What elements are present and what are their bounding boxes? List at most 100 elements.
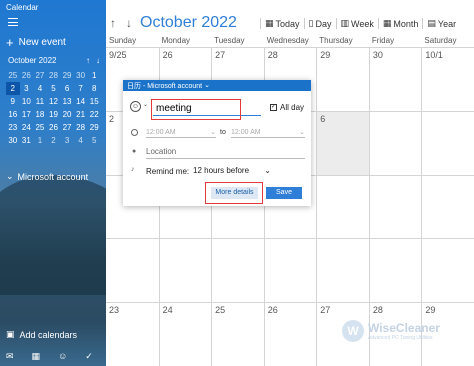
mini-day[interactable]: 16 — [6, 108, 20, 121]
calendar-icon[interactable]: ▦ — [32, 351, 41, 362]
todo-icon[interactable]: ✓ — [85, 351, 93, 362]
mini-day[interactable]: 26 — [20, 69, 34, 82]
mini-day[interactable]: 18 — [33, 108, 47, 121]
mini-day-today[interactable]: 2 — [6, 82, 20, 95]
day-cell[interactable] — [368, 239, 422, 303]
mini-next-arrow-icon[interactable]: ↓ — [96, 56, 100, 65]
mini-day[interactable]: 1 — [87, 69, 101, 82]
remind-label: Remind me: — [146, 167, 190, 176]
popup-calendar-selector[interactable]: 日历 - Microsoft account ⌄ — [123, 80, 311, 91]
week-label: Week — [351, 18, 374, 29]
mini-day[interactable]: 26 — [47, 121, 61, 134]
day-cell[interactable]: 26 — [263, 303, 317, 366]
mini-day[interactable]: 13 — [60, 95, 74, 108]
mini-day[interactable]: 3 — [20, 82, 34, 95]
mini-day[interactable]: 24 — [20, 121, 34, 134]
mini-day[interactable]: 8 — [87, 82, 101, 95]
day-cell[interactable] — [421, 239, 474, 303]
checkbox-checked-icon[interactable]: ✓ — [270, 104, 277, 111]
weekday-label: Tuesday — [214, 36, 245, 45]
all-day-toggle[interactable]: ✓ All day — [270, 103, 304, 112]
day-cell[interactable] — [316, 239, 369, 303]
day-cell[interactable] — [106, 239, 159, 302]
mini-day[interactable]: 20 — [60, 108, 74, 121]
end-time-field[interactable]: 12:00 AM ⌄ — [231, 127, 305, 138]
popup-calendar-label: 日历 - Microsoft account — [127, 83, 203, 90]
day-cell[interactable]: 29 — [316, 48, 369, 111]
mini-day[interactable]: 29 — [87, 121, 101, 134]
mini-day[interactable]: 25 — [6, 69, 20, 82]
mini-day[interactable]: 3 — [60, 134, 74, 147]
people-icon[interactable]: ☺ — [58, 351, 67, 362]
mini-day[interactable]: 11 — [33, 95, 47, 108]
mail-icon[interactable]: ✉ — [6, 351, 14, 362]
add-calendars-button[interactable]: ▣ Add calendars — [6, 329, 77, 340]
weekday-label: Saturday — [424, 36, 457, 45]
day-cell[interactable]: 23 — [106, 303, 159, 366]
weekday-label: Monday — [161, 36, 191, 45]
day-cell[interactable]: 30 — [368, 48, 422, 111]
mini-day[interactable]: 9 — [6, 95, 20, 108]
save-button[interactable]: Save — [266, 187, 302, 199]
day-cell-selected[interactable]: 6 — [316, 111, 369, 175]
mini-day[interactable]: 28 — [74, 121, 88, 134]
mini-day[interactable]: 15 — [87, 95, 101, 108]
reminder-select[interactable]: 12 hours before ⌄ — [193, 166, 271, 175]
day-cell[interactable]: 24 — [158, 303, 212, 366]
next-arrow-icon[interactable]: ↓ — [126, 16, 132, 30]
start-time-value: 12:00 AM — [146, 128, 176, 136]
mini-day[interactable]: 25 — [33, 121, 47, 134]
week-view-button[interactable]: ▥ Week — [335, 18, 378, 29]
mini-day[interactable]: 28 — [47, 69, 61, 82]
mini-day[interactable]: 7 — [74, 82, 88, 95]
today-button[interactable]: ▦ Today — [260, 18, 304, 29]
day-cell[interactable] — [316, 175, 369, 239]
highlight-title-box — [151, 99, 241, 120]
watermark: W WiseCleaner Advanced PC Tuning Utiliti… — [342, 320, 440, 342]
weekday-label: Sunday — [109, 36, 137, 45]
mini-prev-arrow-icon[interactable]: ↑ — [86, 56, 90, 65]
day-cell[interactable] — [368, 111, 422, 175]
mini-day[interactable]: 19 — [47, 108, 61, 121]
day-cell[interactable] — [158, 239, 212, 303]
day-cell[interactable] — [421, 111, 474, 175]
day-cell[interactable] — [421, 175, 474, 239]
mini-day[interactable]: 4 — [74, 134, 88, 147]
day-cell[interactable] — [211, 239, 264, 303]
hamburger-menu-icon[interactable] — [8, 18, 18, 26]
previous-arrow-icon[interactable]: ↑ — [110, 16, 116, 30]
mini-day[interactable]: 23 — [6, 121, 20, 134]
mini-day[interactable]: 4 — [33, 82, 47, 95]
day-cell[interactable]: 25 — [211, 303, 264, 366]
mini-day[interactable]: 21 — [74, 108, 88, 121]
mini-day[interactable]: 5 — [47, 82, 61, 95]
day-view-button[interactable]: ▯ Day — [303, 18, 336, 29]
mini-day[interactable]: 5 — [87, 134, 101, 147]
mini-day[interactable]: 6 — [60, 82, 74, 95]
day-cell[interactable]: 10/1 — [421, 48, 474, 111]
location-input[interactable]: Location — [146, 146, 305, 159]
day-cell[interactable] — [368, 175, 422, 239]
start-time-field[interactable]: 12:00 AM ⌄ — [146, 127, 216, 138]
mini-day[interactable]: 10 — [20, 95, 34, 108]
mini-day[interactable]: 29 — [60, 69, 74, 82]
emoji-icon[interactable]: ☺ — [130, 101, 141, 112]
mini-day[interactable]: 27 — [60, 121, 74, 134]
mini-day[interactable]: 12 — [47, 95, 61, 108]
mini-day[interactable]: 30 — [6, 134, 20, 147]
mini-day[interactable]: 14 — [74, 95, 88, 108]
mini-day[interactable]: 2 — [47, 134, 61, 147]
mini-day[interactable]: 31 — [20, 134, 34, 147]
mini-day[interactable]: 17 — [20, 108, 34, 121]
month-view-button[interactable]: ▦ Month — [377, 18, 423, 29]
mini-day[interactable]: 22 — [87, 108, 101, 121]
account-section[interactable]: ⌄ Microsoft account — [6, 171, 88, 182]
mini-day[interactable]: 1 — [33, 134, 47, 147]
mini-day[interactable]: 30 — [74, 69, 88, 82]
new-event-button[interactable]: + New event — [6, 36, 66, 49]
day-cell[interactable] — [263, 239, 317, 303]
mini-day[interactable]: 27 — [33, 69, 47, 82]
year-view-button[interactable]: ▤ Year — [422, 18, 460, 29]
day-view-icon: ▯ — [308, 18, 314, 28]
emoji-caret-icon[interactable]: ⌄ — [143, 101, 148, 108]
